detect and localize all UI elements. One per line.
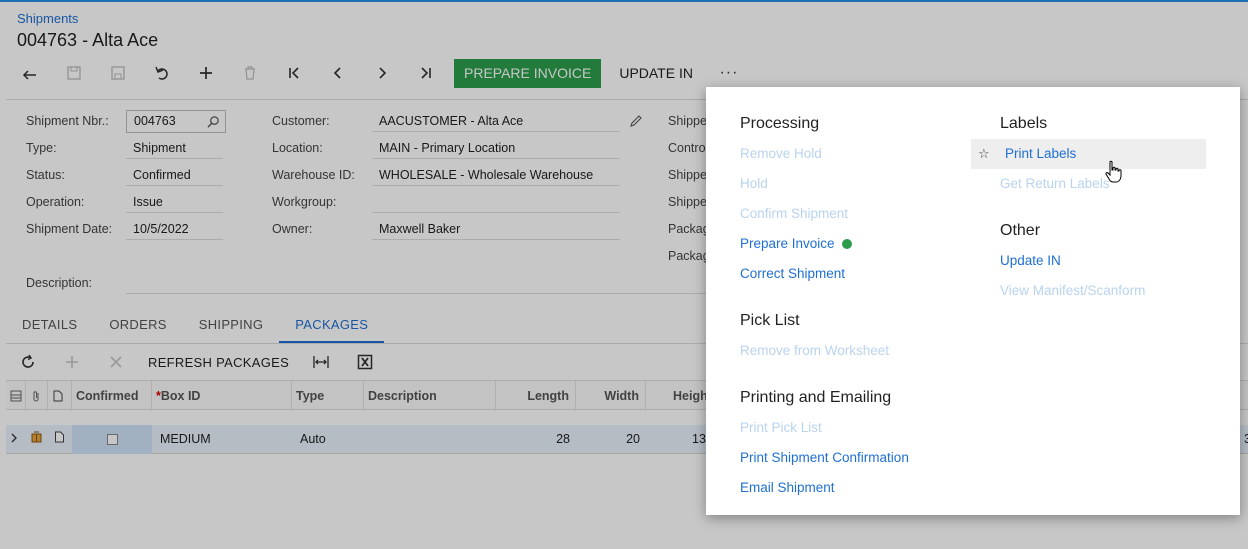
menu-section-other: Other [1000, 222, 1041, 239]
menu-item-email-shipment[interactable]: Email Shipment [740, 473, 835, 503]
menu-item-view-manifest[interactable]: View Manifest/Scanform [1000, 276, 1145, 306]
menu-section-pick-list: Pick List [740, 312, 800, 329]
menu-item-print-labels-label: Print Labels [1005, 146, 1077, 161]
menu-item-print-shipment-confirmation[interactable]: Print Shipment Confirmation [740, 443, 909, 473]
menu-section-processing: Processing [740, 115, 820, 132]
menu-item-print-labels[interactable]: ☆ Print Labels [971, 139, 1206, 169]
menu-item-hold[interactable]: Hold [740, 169, 768, 199]
menu-item-update-in[interactable]: Update IN [1000, 246, 1061, 276]
menu-item-get-return-labels[interactable]: Get Return Labels [1000, 169, 1110, 199]
menu-item-confirm-shipment[interactable]: Confirm Shipment [740, 199, 848, 229]
star-icon[interactable]: ☆ [978, 139, 991, 169]
menu-item-prepare-invoice-label: Prepare Invoice [740, 236, 835, 251]
recommended-dot-icon [841, 239, 852, 249]
menu-item-print-pick-list[interactable]: Print Pick List [740, 413, 822, 443]
menu-section-labels: Labels [1000, 115, 1048, 132]
menu-item-correct-shipment[interactable]: Correct Shipment [740, 259, 845, 289]
menu-item-remove-hold[interactable]: Remove Hold [740, 139, 822, 169]
more-actions-menu: Processing Remove Hold Hold Confirm Ship… [706, 87, 1240, 515]
hand-pointer-icon [1105, 160, 1122, 183]
menu-item-remove-from-worksheet[interactable]: Remove from Worksheet [740, 336, 889, 366]
menu-section-printing: Printing and Emailing [740, 389, 892, 406]
menu-item-prepare-invoice[interactable]: Prepare Invoice [740, 229, 852, 259]
